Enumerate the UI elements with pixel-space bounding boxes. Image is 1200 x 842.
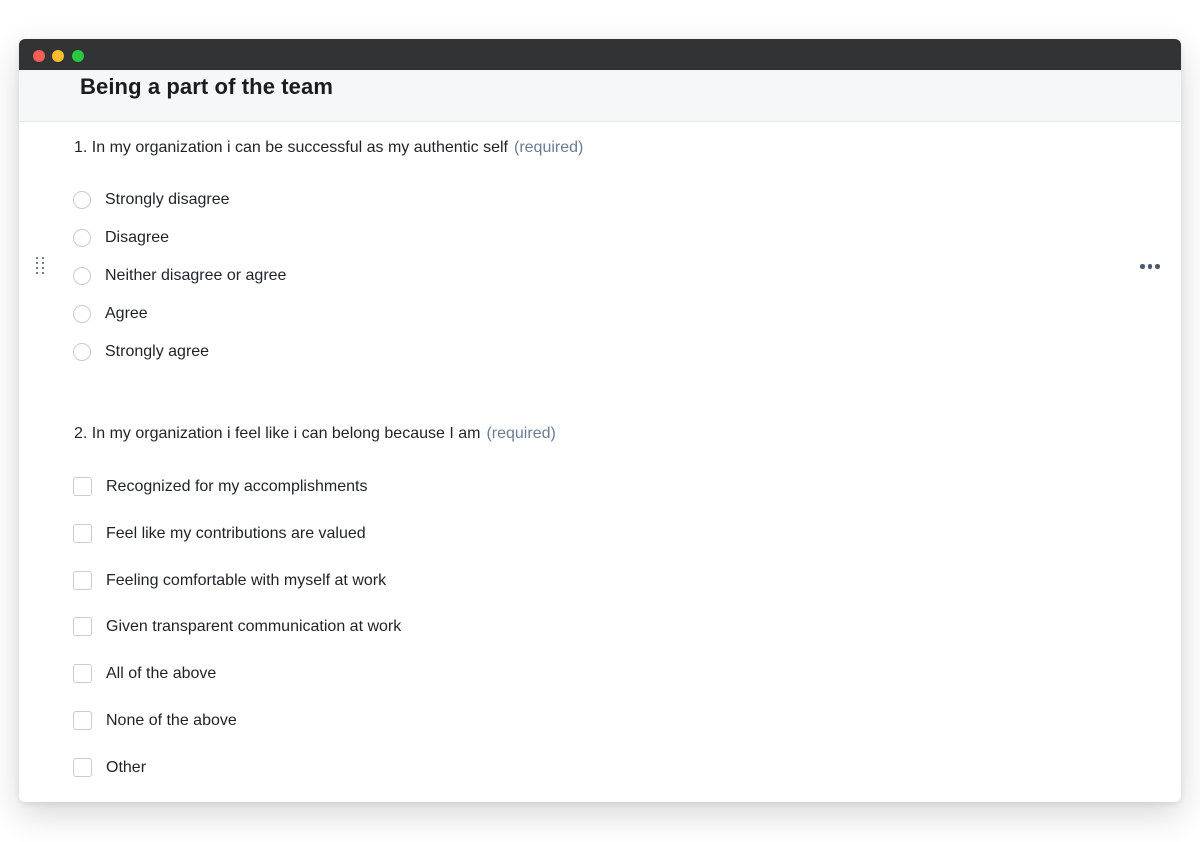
section-title: Being a part of the team bbox=[80, 74, 333, 99]
radio-option-agree[interactable]: Agree bbox=[73, 305, 148, 323]
checkbox-option-transparent[interactable]: Given transparent communication at work bbox=[73, 617, 401, 636]
question-1-title: 1. In my organization i can be successfu… bbox=[74, 139, 583, 157]
option-label: Strongly agree bbox=[105, 343, 210, 360]
checkbox[interactable] bbox=[73, 477, 92, 496]
checkbox-option-none[interactable]: None of the above bbox=[73, 711, 237, 730]
app-window: Being a part of the team 1. In my organi… bbox=[19, 39, 1181, 802]
checkbox[interactable] bbox=[73, 617, 92, 636]
radio-option-neither[interactable]: Neither disagree or agree bbox=[73, 267, 286, 285]
more-options-icon[interactable] bbox=[1140, 264, 1160, 269]
drag-handle-icon[interactable] bbox=[36, 257, 46, 275]
checkbox[interactable] bbox=[73, 571, 92, 590]
zoom-window-button[interactable] bbox=[72, 50, 84, 62]
question-2-text: 2. In my organization i feel like i can … bbox=[74, 425, 481, 442]
radio-button[interactable] bbox=[73, 305, 91, 323]
radio-button[interactable] bbox=[73, 229, 91, 247]
checkbox[interactable] bbox=[73, 524, 92, 543]
option-label: Given transparent communication at work bbox=[106, 617, 402, 635]
close-window-button[interactable] bbox=[33, 50, 45, 62]
radio-button[interactable] bbox=[73, 343, 91, 361]
option-label: Agree bbox=[105, 305, 148, 322]
option-label: Feeling comfortable with myself at work bbox=[106, 571, 387, 589]
checkbox-option-valued[interactable]: Feel like my contributions are valued bbox=[73, 524, 366, 543]
checkbox-option-other[interactable]: Other bbox=[73, 758, 146, 777]
question-2-required: (required) bbox=[486, 425, 556, 442]
checkbox[interactable] bbox=[73, 664, 92, 683]
question-1-required: (required) bbox=[514, 139, 584, 156]
radio-option-strongly-disagree[interactable]: Strongly disagree bbox=[73, 191, 230, 209]
question-1-text: 1. In my organization i can be successfu… bbox=[74, 139, 508, 156]
radio-option-strongly-agree[interactable]: Strongly agree bbox=[73, 343, 209, 361]
option-label: Other bbox=[106, 758, 147, 776]
checkbox-option-all[interactable]: All of the above bbox=[73, 664, 216, 683]
radio-option-disagree[interactable]: Disagree bbox=[73, 229, 169, 247]
option-label: Strongly disagree bbox=[105, 191, 230, 208]
radio-button[interactable] bbox=[73, 267, 91, 285]
checkbox-option-comfortable[interactable]: Feeling comfortable with myself at work bbox=[73, 571, 386, 590]
option-label: Recognized for my accomplishments bbox=[106, 477, 368, 495]
checkbox-option-recognized[interactable]: Recognized for my accomplishments bbox=[73, 477, 367, 496]
section-header: Being a part of the team bbox=[19, 70, 1181, 122]
option-label: Neither disagree or agree bbox=[105, 267, 287, 284]
window-titlebar bbox=[19, 39, 1181, 70]
option-label: None of the above bbox=[106, 711, 237, 729]
question-2-title: 2. In my organization i feel like i can … bbox=[74, 425, 556, 443]
radio-button[interactable] bbox=[73, 191, 91, 209]
option-label: Feel like my contributions are valued bbox=[106, 524, 366, 542]
option-label: All of the above bbox=[106, 664, 217, 682]
checkbox[interactable] bbox=[73, 711, 92, 730]
minimize-window-button[interactable] bbox=[52, 50, 64, 62]
checkbox[interactable] bbox=[73, 758, 92, 777]
option-label: Disagree bbox=[105, 229, 170, 246]
